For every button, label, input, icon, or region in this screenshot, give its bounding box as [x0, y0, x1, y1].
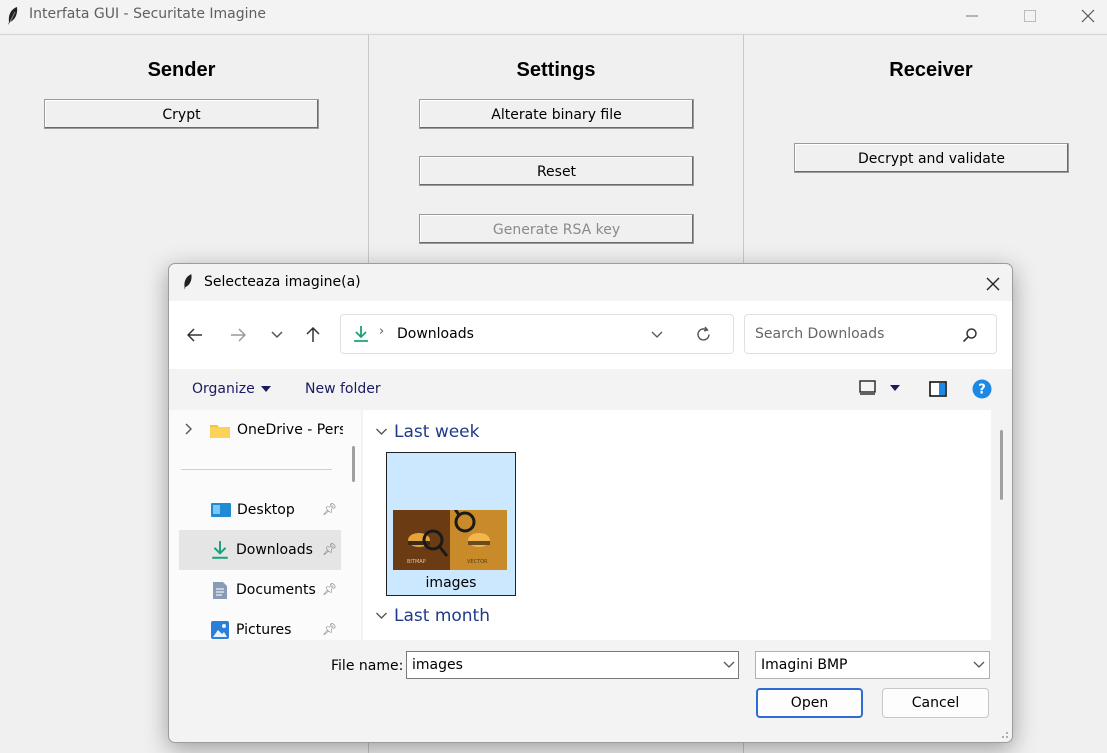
up-button[interactable]	[298, 320, 328, 350]
cancel-button[interactable]: Cancel	[882, 688, 989, 718]
window-title: Interfata GUI - Securitate Imagine	[29, 6, 267, 22]
search-box[interactable]: Search Downloads	[744, 314, 997, 354]
nav-item-label: Desktop	[237, 502, 295, 518]
group-header-last-week[interactable]: Last week	[375, 422, 479, 442]
chevron-down-icon	[973, 661, 985, 668]
minimize-icon	[966, 15, 978, 17]
file-list: Last week BITMAP VECTOR images Last mont…	[363, 410, 1003, 640]
file-name-label: File name:	[331, 658, 404, 674]
preview-pane-icon[interactable]	[929, 381, 947, 397]
desktop-icon	[211, 503, 231, 517]
dialog-close-button[interactable]	[977, 268, 1009, 300]
nav-item-onedrive[interactable]: OneDrive - Personal	[209, 410, 343, 450]
file-type-select[interactable]: Imagini BMP	[755, 651, 990, 679]
file-name-input[interactable]: images	[406, 651, 739, 679]
feather-icon	[8, 7, 18, 25]
feather-icon	[183, 274, 192, 290]
chevron-down-icon[interactable]	[651, 331, 663, 339]
arrow-up-icon	[306, 327, 320, 342]
minimize-button[interactable]	[943, 0, 1001, 32]
open-button[interactable]: Open	[756, 688, 863, 718]
caret-down-icon	[260, 386, 271, 392]
view-icon	[859, 380, 876, 395]
group-label: Last month	[394, 606, 490, 626]
view-options-button[interactable]	[859, 380, 900, 395]
pin-icon: 📌︎	[322, 622, 338, 636]
nav-scrollbar[interactable]	[352, 446, 355, 482]
download-icon	[212, 541, 228, 559]
refresh-icon[interactable]	[695, 326, 712, 343]
dialog-title: Selecteaza imagine(a)	[204, 274, 361, 290]
pin-icon: 📌︎	[322, 502, 338, 516]
file-open-dialog: Selecteaza imagine(a) › Downloads Search…	[168, 263, 1013, 743]
document-icon	[213, 581, 227, 599]
image-folder-thumbnail: BITMAP VECTOR	[393, 510, 507, 570]
generate-rsa-key-button[interactable]: Generate RSA key	[419, 214, 694, 244]
group-header-last-month[interactable]: Last month	[375, 606, 490, 626]
settings-title: Settings	[516, 59, 596, 81]
search-icon	[962, 328, 977, 343]
alterate-binary-button[interactable]: Alterate binary file	[419, 99, 694, 129]
file-name-value: images	[412, 657, 463, 673]
close-icon	[986, 277, 1000, 291]
chevron-right-icon[interactable]	[185, 423, 193, 435]
nav-item-label: Pictures	[236, 622, 292, 638]
forward-button[interactable]	[223, 320, 253, 350]
pictures-icon	[211, 621, 229, 639]
group-label: Last week	[394, 422, 480, 442]
recent-locations-button[interactable]	[262, 320, 292, 350]
new-folder-button[interactable]: New folder	[305, 381, 381, 397]
caret-down-icon	[890, 384, 900, 391]
resize-grip-icon[interactable]	[997, 727, 1009, 739]
reset-button[interactable]: Reset	[419, 156, 694, 186]
organize-label: Organize	[192, 381, 255, 397]
maximize-button[interactable]	[1001, 0, 1059, 32]
maximize-icon	[1024, 10, 1036, 22]
thumb-text: VECTOR	[467, 559, 488, 565]
thumb-text: BITMAP	[407, 559, 426, 565]
nav-item-documents[interactable]: Documents 📌︎	[179, 570, 341, 610]
file-item-images[interactable]: BITMAP VECTOR images	[386, 452, 516, 596]
crypt-button[interactable]: Crypt	[44, 99, 319, 129]
arrow-left-icon	[187, 328, 202, 342]
close-icon	[1081, 9, 1095, 23]
nav-item-label: Documents	[236, 582, 316, 598]
address-location[interactable]: Downloads	[397, 326, 474, 342]
chevron-down-icon	[376, 428, 387, 435]
arrow-right-icon	[231, 328, 246, 342]
pin-icon: 📌︎	[322, 542, 338, 556]
organize-menu[interactable]: Organize	[192, 381, 271, 397]
search-placeholder: Search Downloads	[755, 326, 885, 342]
navigation-pane: OneDrive - Personal Desktop 📌︎ Downloads…	[169, 410, 361, 640]
decrypt-validate-button[interactable]: Decrypt and validate	[794, 143, 1069, 173]
content-scrollbar[interactable]	[1000, 430, 1003, 500]
chevron-down-icon[interactable]	[723, 661, 735, 669]
help-icon[interactable]: ?	[972, 379, 992, 399]
breadcrumb-separator-icon: ›	[379, 324, 385, 339]
nav-item-downloads[interactable]: Downloads 📌︎	[179, 530, 341, 570]
file-item-label: images	[425, 575, 477, 591]
file-type-value: Imagini BMP	[761, 657, 848, 673]
svg-text:?: ?	[978, 383, 986, 398]
chevron-down-icon	[376, 612, 387, 619]
folder-icon	[210, 424, 230, 438]
close-window-button[interactable]	[1059, 0, 1107, 32]
nav-item-label: OneDrive - Personal	[237, 422, 343, 438]
nav-item-desktop[interactable]: Desktop 📌︎	[179, 490, 341, 530]
nav-item-label: Downloads	[236, 542, 313, 558]
pin-icon: 📌︎	[322, 582, 338, 596]
receiver-title: Receiver	[889, 59, 973, 81]
nav-divider	[181, 469, 332, 470]
chevron-down-icon	[271, 331, 283, 339]
sender-title: Sender	[147, 59, 216, 81]
window-titlebar: Interfata GUI - Securitate Imagine	[0, 0, 1107, 32]
address-bar[interactable]: › Downloads	[340, 314, 734, 354]
nav-item-pictures[interactable]: Pictures 📌︎	[179, 610, 341, 650]
download-icon	[354, 326, 368, 342]
back-button[interactable]	[180, 320, 210, 350]
